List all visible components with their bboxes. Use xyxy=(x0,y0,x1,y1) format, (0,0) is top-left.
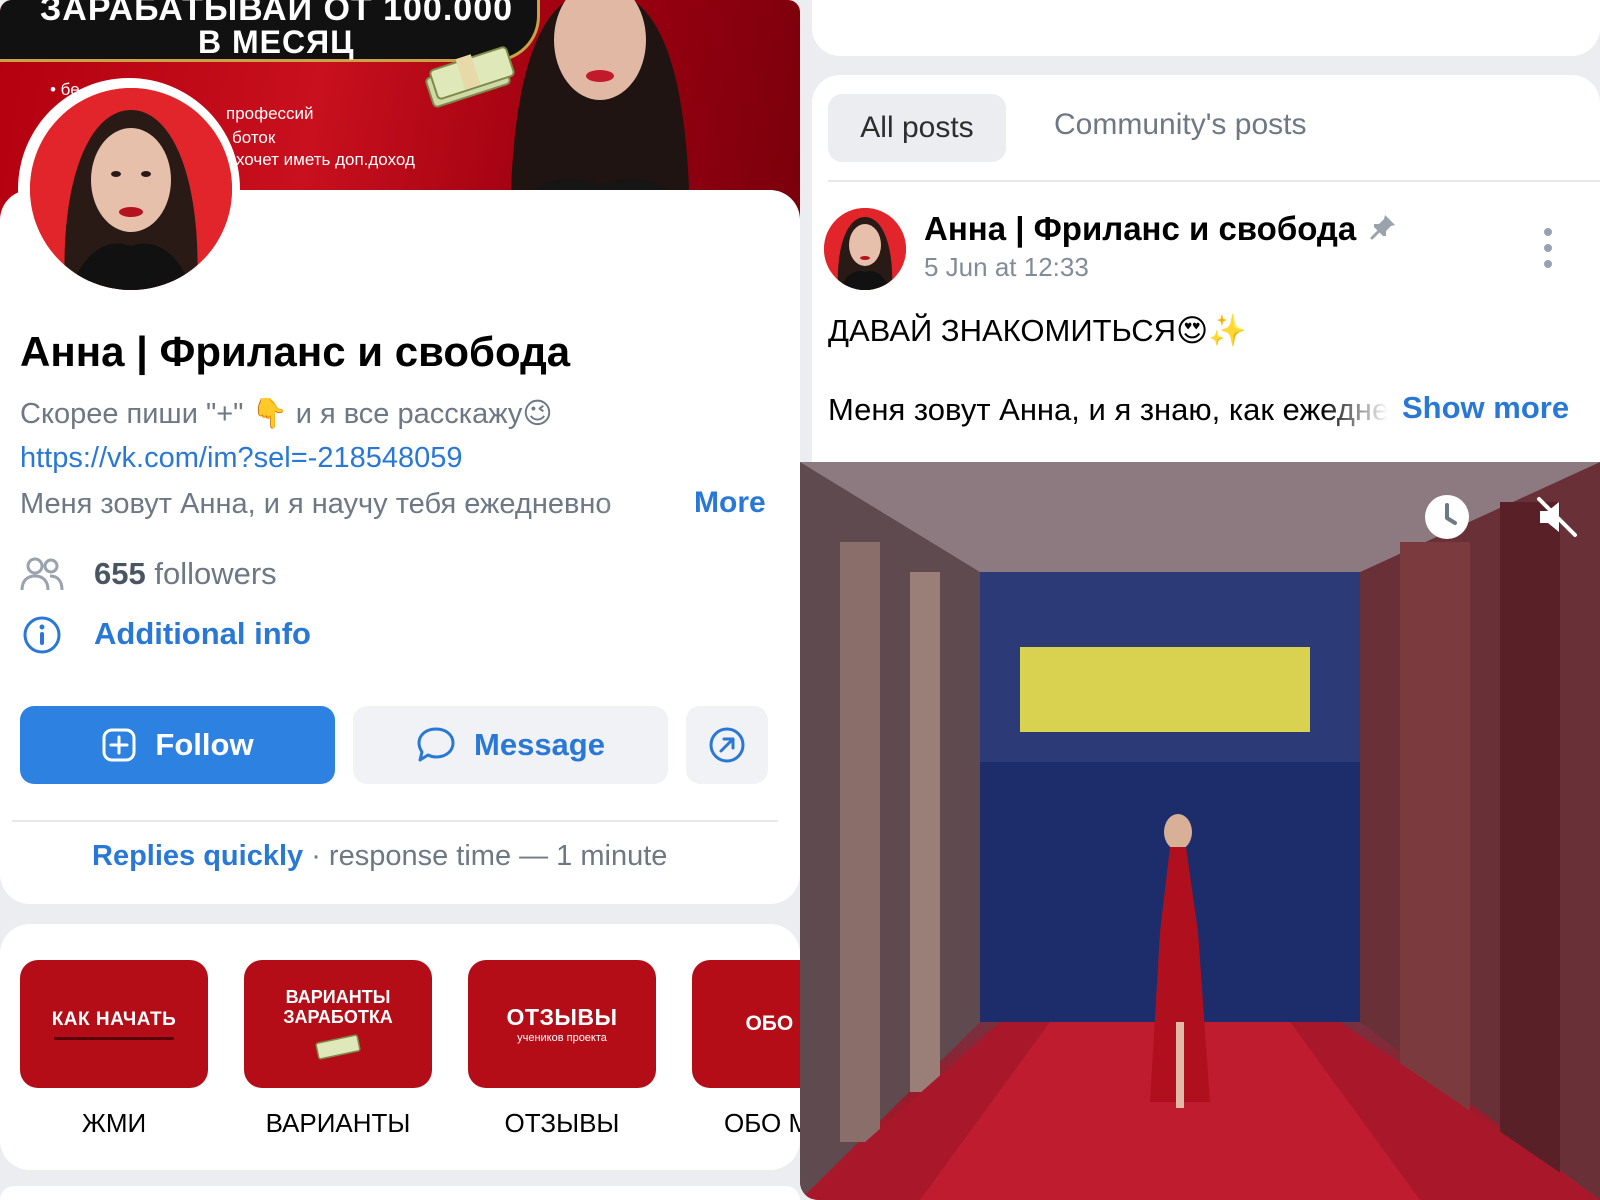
community-avatar[interactable] xyxy=(30,88,232,290)
story-cover-subtitle: учеников проекта xyxy=(517,1032,607,1044)
followers-number: 655 xyxy=(94,556,146,591)
community-name: Анна | Фриланс и свобода xyxy=(20,328,571,375)
story-label: ЖМИ xyxy=(81,1108,147,1138)
banner-bullet: профессий xyxy=(226,104,314,123)
share-button[interactable] xyxy=(686,706,768,784)
mute-icon[interactable] xyxy=(1534,494,1580,540)
tab-all-posts[interactable]: All posts xyxy=(828,94,1006,162)
response-time-note: Replies quickly · response time — 1 minu… xyxy=(92,840,667,873)
tab-community-posts[interactable]: Community's posts xyxy=(1054,108,1306,142)
message-button-label: Message xyxy=(474,727,605,762)
story-underline xyxy=(54,1036,174,1040)
followers-count[interactable]: 655 followers xyxy=(94,556,277,592)
more-link[interactable]: More xyxy=(694,486,766,520)
community-link[interactable]: https://vk.com/im?sel=-218548059 xyxy=(20,442,463,475)
avatar-portrait xyxy=(824,208,906,290)
banner-bullet: боток xyxy=(232,128,276,147)
community-profile-panel: ЗАРАБАТЫВАЙ ОТ 100.000 В МЕСЯЦ • бе проф… xyxy=(0,0,800,1200)
money-icon xyxy=(315,1034,361,1060)
story-cover-title: ВАРИАНТЫ ЗАРАБОТКА xyxy=(283,987,393,1027)
story-cover-title: КАК НАЧАТЬ xyxy=(51,1008,177,1030)
divider xyxy=(12,820,778,822)
response-time-text: · response time — 1 minute xyxy=(303,840,668,872)
replies-quickly-label: Replies quickly xyxy=(92,840,304,872)
avatar-portrait xyxy=(30,88,232,290)
story-cover-3[interactable]: ОТЗЫВЫ учеников проекта xyxy=(468,960,656,1088)
story-cover-1[interactable]: КАК НАЧАТЬ xyxy=(20,960,208,1088)
story-label: ОБО М xyxy=(724,1108,800,1138)
post-date[interactable]: 5 Jun at 12:33 xyxy=(924,252,1089,283)
previous-section-card xyxy=(812,0,1600,56)
story-cover-title: ОБО М xyxy=(745,1012,800,1035)
community-status: Скорее пиши "+" 👇 и я все расскажу😉 xyxy=(20,398,553,430)
share-arrow-icon xyxy=(709,727,745,763)
next-section-edge xyxy=(0,1186,800,1200)
post-body-preview: Меня зовут Анна, и я знаю, как ежедневно xyxy=(828,392,1388,427)
follow-button[interactable]: Follow xyxy=(20,706,335,784)
banner-bullet: хочет иметь доп.доход xyxy=(236,150,415,169)
story-label: ВАРИАНТЫ xyxy=(265,1108,411,1138)
clock-icon[interactable] xyxy=(1424,494,1470,540)
pin-icon xyxy=(1370,215,1395,240)
info-icon xyxy=(23,616,61,654)
story-cover-4[interactable]: ОБО М xyxy=(692,960,800,1088)
story-cover-2[interactable]: ВАРИАНТЫ ЗАРАБОТКА xyxy=(244,960,432,1088)
community-description: Меня зовут Анна, и я научу тебя ежедневн… xyxy=(20,488,612,520)
plus-square-icon xyxy=(102,728,136,762)
followers-label: followers xyxy=(145,556,277,591)
kebab-menu-icon[interactable] xyxy=(1540,226,1556,270)
post-heading: ДАВАЙ ЗНАКОМИТЬСЯ😍✨ xyxy=(828,313,1247,348)
chat-bubble-icon xyxy=(417,727,455,762)
divider xyxy=(828,180,1600,182)
follow-button-label: Follow xyxy=(155,727,254,762)
additional-info-link[interactable]: Additional info xyxy=(94,616,311,652)
post-video[interactable] xyxy=(800,462,1600,1200)
story-label: ОТЗЫВЫ xyxy=(504,1108,620,1138)
story-cover-title: ОТЗЫВЫ xyxy=(506,1004,618,1030)
video-frame-image xyxy=(800,462,1600,1200)
banner-subheadline: В МЕСЯЦ xyxy=(198,24,355,60)
post-author-name[interactable]: Анна | Фриланс и свобода xyxy=(924,210,1356,248)
people-icon xyxy=(20,557,64,591)
post-author-avatar[interactable] xyxy=(824,208,906,290)
show-more-link[interactable]: Show more xyxy=(1402,390,1569,426)
message-button[interactable]: Message xyxy=(353,706,668,784)
